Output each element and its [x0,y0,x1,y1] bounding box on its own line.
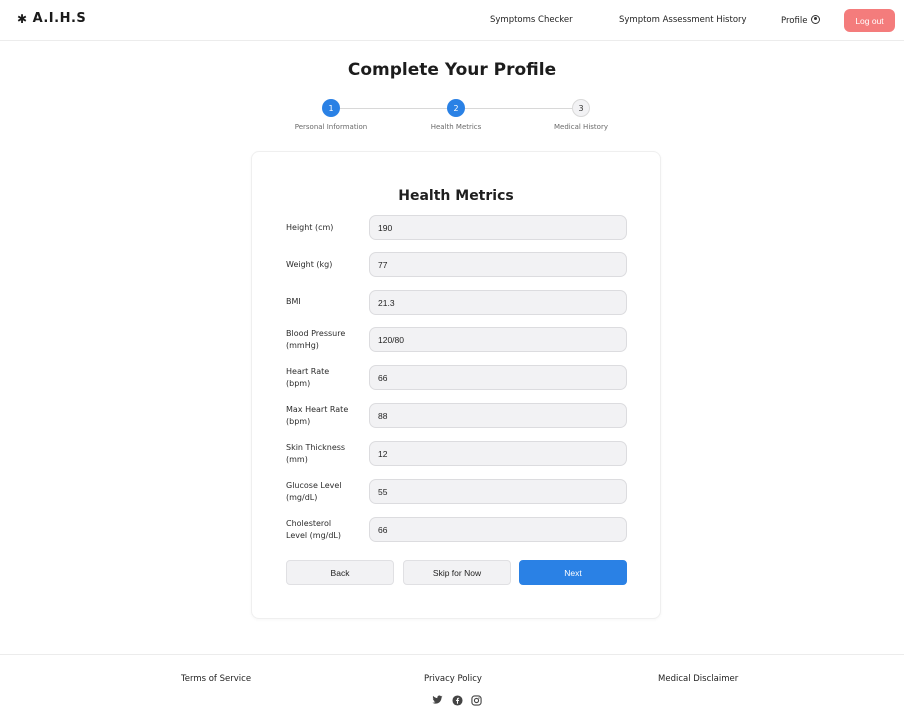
logo-asterisk-icon: ✱ [17,11,28,26]
terms-of-service-link[interactable]: Terms of Service [181,674,251,684]
stepper-connector [464,108,572,109]
privacy-policy-link[interactable]: Privacy Policy [424,674,482,684]
form-title: Health Metrics [398,188,514,204]
step-1-label: Personal Information [294,123,368,131]
back-button[interactable]: Back [286,560,394,585]
step-3-indicator: 3 [572,99,590,117]
weight-input[interactable] [369,252,627,277]
medical-disclaimer-link[interactable]: Medical Disclaimer [658,674,738,684]
skin-thickness-label: Skin Thickness (mm) [286,443,346,464]
max-heart-rate-input[interactable] [369,403,627,428]
nav-assessment-history[interactable]: Symptom Assessment History [619,15,747,25]
step-2-indicator: 2 [447,99,465,117]
nav-symptoms-checker[interactable]: Symptoms Checker [490,15,573,25]
step-1-indicator: 1 [322,99,340,117]
top-navbar: ✱ A.I.H.S Symptoms Checker Symptom Asses… [0,0,904,41]
bmi-input[interactable] [369,290,627,315]
facebook-icon[interactable] [451,694,463,706]
glucose-level-label: Glucose Level (mg/dL) [286,481,342,502]
max-heart-rate-label: Max Heart Rate (bpm) [286,405,349,426]
app-logo[interactable]: ✱ A.I.H.S [17,11,86,26]
heart-rate-input[interactable] [369,365,627,390]
nav-profile[interactable]: Profile [781,15,821,26]
step-2-label: Health Metrics [430,123,482,131]
page-title: Complete Your Profile [347,60,557,80]
user-circle-icon [811,15,821,24]
height-label: Height (cm) [286,223,334,232]
cholesterol-level-input[interactable] [369,517,627,542]
instagram-icon[interactable] [470,694,482,706]
step-3-label: Medical History [554,123,608,131]
skip-for-now-button[interactable]: Skip for Now [403,560,511,585]
page-footer: Terms of Service Privacy Policy Medical … [0,654,904,724]
nav-profile-label: Profile [781,16,808,26]
health-metrics-card: Health Metrics Height (cm) Weight (kg) B… [251,151,661,619]
next-button[interactable]: Next [519,560,627,585]
logo-text: A.I.H.S [32,11,87,26]
skin-thickness-input[interactable] [369,441,627,466]
stepper-connector [340,108,448,109]
twitter-icon[interactable] [431,694,443,706]
weight-label: Weight (kg) [286,260,333,269]
logout-button[interactable]: Log out [844,9,895,32]
height-input[interactable] [369,215,627,240]
cholesterol-level-label: Cholesterol Level (mg/dL) [286,519,342,540]
blood-pressure-input[interactable] [369,327,627,352]
heart-rate-label: Heart Rate (bpm) [286,367,330,388]
blood-pressure-label: Blood Pressure (mmHg) [286,329,346,350]
bmi-label: BMI [286,297,301,306]
glucose-level-input[interactable] [369,479,627,504]
